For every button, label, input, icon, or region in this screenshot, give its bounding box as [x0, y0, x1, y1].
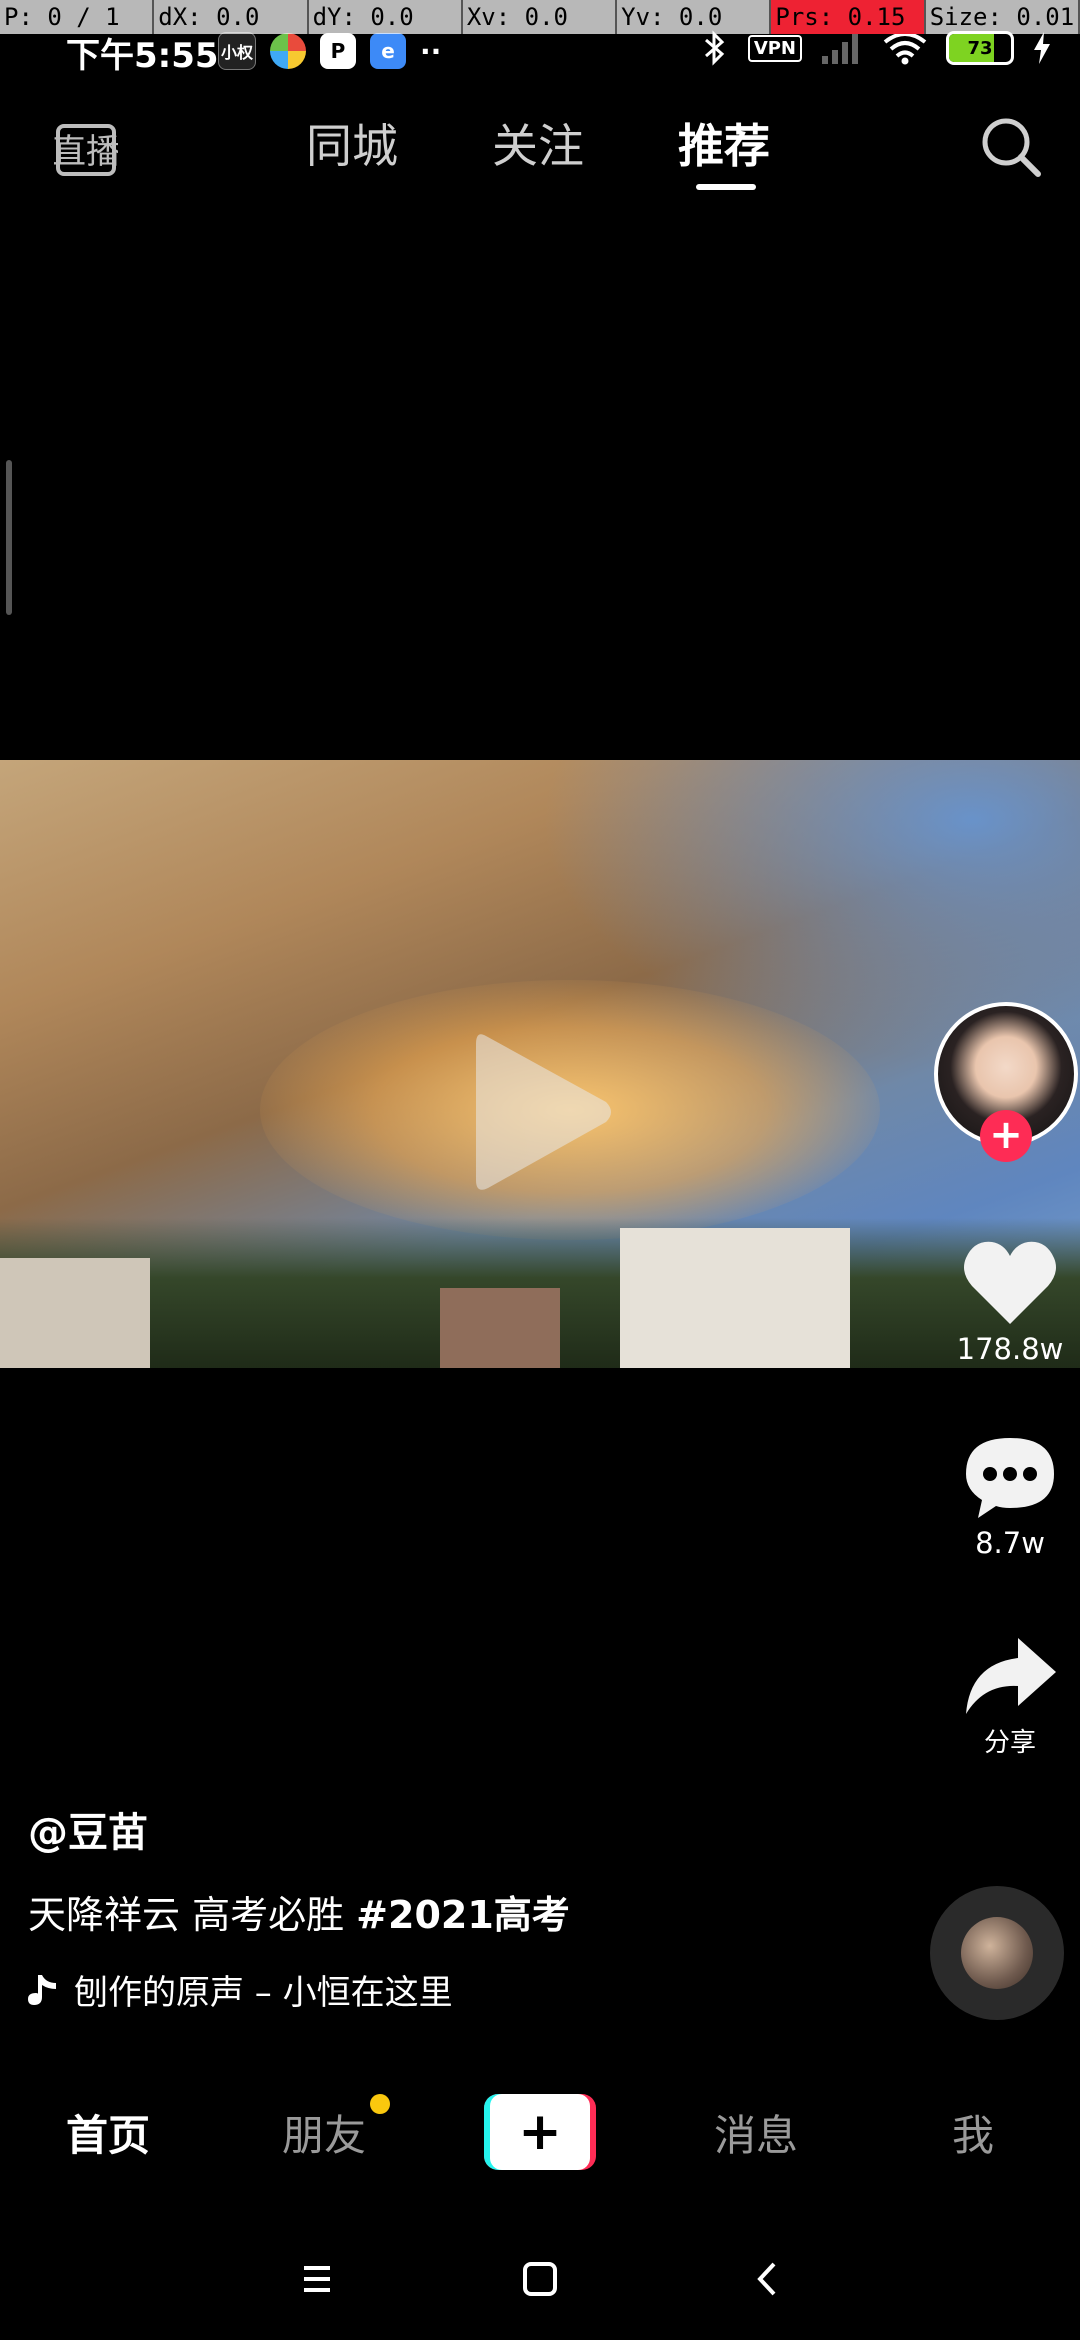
tab-messages[interactable]: 消息 — [714, 2102, 798, 2163]
like-count: 178.8w — [956, 1332, 1064, 1366]
create-button-face: + — [490, 2094, 590, 2170]
music-disc[interactable] — [930, 1886, 1064, 2020]
friends-badge — [370, 2094, 390, 2114]
more-notifications-icon: ·· — [420, 34, 442, 68]
follow-button[interactable]: + — [980, 1110, 1032, 1162]
music-note-icon — [28, 1974, 56, 2005]
author-name[interactable]: @豆苗 — [28, 1800, 570, 1858]
debug-yv: Yv: 0.0 — [617, 0, 772, 34]
tab-following[interactable]: 关注 — [492, 110, 584, 176]
feed-scroll-indicator — [6, 460, 12, 615]
top-navigation: 直播 同城 关注 推荐 — [0, 100, 1080, 200]
notification-icons: 小权 P e ·· — [218, 32, 441, 70]
share-label: 分享 — [983, 1728, 1036, 1758]
debug-size: Size: 0.01 — [926, 0, 1080, 34]
tab-me[interactable]: 我 — [952, 2102, 994, 2163]
video-building — [620, 1228, 850, 1368]
share-button[interactable]: 分享 — [940, 1634, 1080, 1759]
debug-xv: Xv: 0.0 — [463, 0, 618, 34]
cellular-signal-icon — [822, 34, 858, 64]
video-description: 天降祥云 高考必胜 #2021高考 — [28, 1884, 570, 1939]
debug-dy: dY: 0.0 — [309, 0, 463, 34]
pointer-debug-overlay: P: 0 / 1 dX: 0.0 dY: 0.0 Xv: 0.0 Yv: 0.0… — [0, 0, 1080, 34]
hashtag-link[interactable]: #2021高考 — [356, 1893, 570, 1937]
heart-icon — [964, 1241, 1056, 1324]
bluetooth-icon — [704, 30, 725, 66]
comment-count: 8.7w — [975, 1526, 1045, 1560]
edge-notification-icon: e — [370, 33, 406, 69]
home-icon[interactable] — [515, 2254, 565, 2304]
bottom-tab-bar: 首页 朋友 + 消息 我 — [0, 2080, 1080, 2180]
tab-home[interactable]: 首页 — [66, 2102, 150, 2163]
video-caption: @豆苗 天降祥云 高考必胜 #2021高考 刨作的原声 – 小恒在这里 — [28, 1800, 570, 2014]
video-player[interactable] — [0, 760, 1080, 1368]
plus-icon: + — [518, 2102, 562, 2162]
back-icon[interactable] — [742, 2254, 792, 2304]
debug-dx: dX: 0.0 — [154, 0, 309, 34]
battery-icon: 73 — [946, 31, 1014, 65]
tab-recommended[interactable]: 推荐 — [678, 110, 770, 176]
vpn-icon: VPN — [747, 34, 802, 62]
play-icon[interactable] — [466, 1022, 616, 1202]
music-cover — [961, 1917, 1033, 1989]
music-title: 刨作的原声 – 小恒在这里 — [74, 1973, 453, 2013]
tab-friends[interactable]: 朋友 — [282, 2102, 366, 2163]
system-navigation-bar — [0, 2240, 1080, 2320]
tab-local[interactable]: 同城 — [306, 110, 398, 176]
status-time: 下午5:55 — [66, 36, 219, 76]
battery-level: 73 — [967, 37, 993, 59]
debug-pointer-count: P: 0 / 1 — [0, 0, 155, 34]
like-button[interactable]: 178.8w — [940, 1236, 1080, 1366]
app-notification-icon: 小权 — [218, 32, 256, 70]
wifi-icon — [883, 32, 927, 65]
p-app-notification-icon: P — [320, 33, 356, 69]
browser-notification-icon — [270, 33, 306, 69]
action-rail: + 178.8w 8.7w 分享 — [930, 0, 1080, 2340]
comment-button[interactable]: 8.7w — [940, 1432, 1080, 1560]
charging-icon — [1034, 32, 1050, 64]
video-building — [0, 1258, 150, 1368]
share-icon — [966, 1638, 1056, 1714]
comment-icon — [966, 1438, 1054, 1518]
debug-pressure: Prs: 0.15 — [771, 0, 926, 34]
status-indicators: VPN 73 — [700, 30, 1052, 66]
video-building — [440, 1288, 560, 1368]
description-text: 天降祥云 高考必胜 — [28, 1893, 357, 1937]
create-button[interactable]: + — [484, 2094, 596, 2170]
feed-tabs: 同城 关注 推荐 — [0, 100, 1080, 200]
menu-icon[interactable] — [292, 2254, 342, 2304]
music-info[interactable]: 刨作的原声 – 小恒在这里 — [28, 1965, 570, 2014]
active-tab-indicator — [696, 184, 756, 190]
